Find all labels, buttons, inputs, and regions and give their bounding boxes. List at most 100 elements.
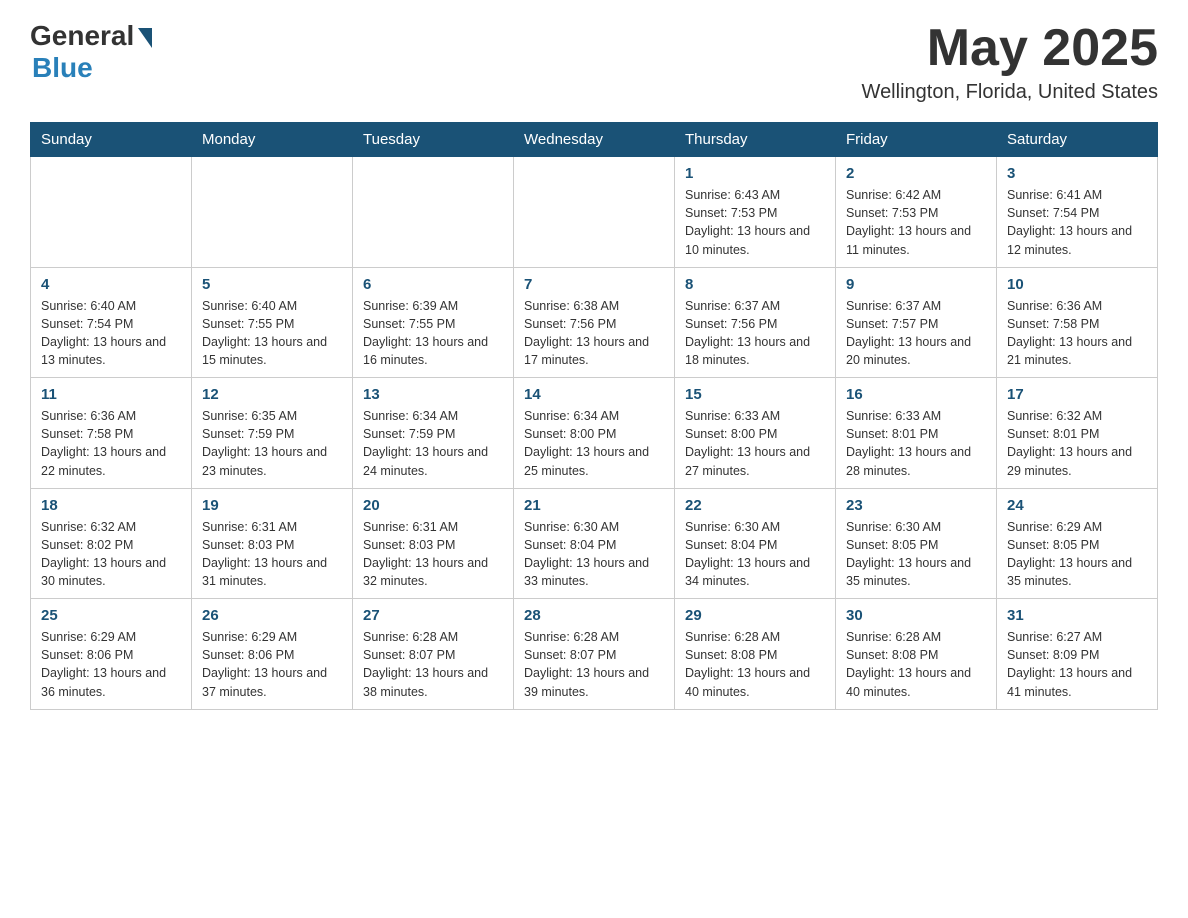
day-info: Sunrise: 6:34 AM Sunset: 8:00 PM Dayligh… — [524, 407, 664, 480]
day-info: Sunrise: 6:39 AM Sunset: 7:55 PM Dayligh… — [363, 297, 503, 370]
day-number: 17 — [1007, 386, 1147, 403]
calendar-week-row: 11Sunrise: 6:36 AM Sunset: 7:58 PM Dayli… — [31, 378, 1158, 489]
day-info: Sunrise: 6:28 AM Sunset: 8:07 PM Dayligh… — [363, 628, 503, 701]
day-info: Sunrise: 6:32 AM Sunset: 8:02 PM Dayligh… — [41, 518, 181, 591]
day-number: 24 — [1007, 497, 1147, 514]
calendar-day-27: 27 Sunrise: 6:28 AM Sunset: 8:07 PM Dayli… — [353, 599, 514, 710]
day-info: Sunrise: 6:30 AM Sunset: 8:04 PM Dayligh… — [524, 518, 664, 591]
calendar-empty-cell — [31, 157, 192, 268]
day-number: 8 — [685, 276, 825, 293]
calendar-day-17: 17 Sunrise: 6:32 AM Sunset: 8:01 PM Dayli… — [997, 378, 1158, 489]
page-header: General Blue May 2025 Wellington, Florid… — [30, 20, 1158, 104]
calendar-day-18: 18 Sunrise: 6:32 AM Sunset: 8:02 PM Dayli… — [31, 488, 192, 599]
calendar-empty-cell — [192, 157, 353, 268]
day-number: 1 — [685, 165, 825, 182]
calendar-day-31: 31Sunrise: 6:27 AM Sunset: 8:09 PM Dayli… — [997, 599, 1158, 710]
day-number: 22 — [685, 497, 825, 514]
calendar-day-4: 4Sunrise: 6:40 AM Sunset: 7:54 PM Daylig… — [31, 267, 192, 378]
calendar-week-row: 1 Sunrise: 6:43 AM Sunset: 7:53 PM Daylig… — [31, 157, 1158, 268]
day-number: 16 — [846, 386, 986, 403]
calendar-empty-cell — [514, 157, 675, 268]
day-number: 29 — [685, 607, 825, 624]
day-info: Sunrise: 6:31 AM Sunset: 8:03 PM Dayligh… — [202, 518, 342, 591]
day-info: Sunrise: 6:33 AM Sunset: 8:01 PM Dayligh… — [846, 407, 986, 480]
day-info: Sunrise: 6:42 AM Sunset: 7:53 PM Dayligh… — [846, 186, 986, 259]
day-number: 12 — [202, 386, 342, 403]
day-number: 18 — [41, 497, 181, 514]
column-header-wednesday: Wednesday — [514, 123, 675, 157]
calendar-day-19: 19 Sunrise: 6:31 AM Sunset: 8:03 PM Dayli… — [192, 488, 353, 599]
calendar-day-20: 20 Sunrise: 6:31 AM Sunset: 8:03 PM Dayli… — [353, 488, 514, 599]
day-info: Sunrise: 6:30 AM Sunset: 8:04 PM Dayligh… — [685, 518, 825, 591]
day-info: Sunrise: 6:38 AM Sunset: 7:56 PM Dayligh… — [524, 297, 664, 370]
calendar-day-28: 28 Sunrise: 6:28 AM Sunset: 8:07 PM Dayli… — [514, 599, 675, 710]
day-number: 15 — [685, 386, 825, 403]
day-number: 23 — [846, 497, 986, 514]
calendar-day-21: 21Sunrise: 6:30 AM Sunset: 8:04 PM Dayli… — [514, 488, 675, 599]
logo-general-text: General — [30, 20, 134, 52]
day-info: Sunrise: 6:28 AM Sunset: 8:08 PM Dayligh… — [685, 628, 825, 701]
day-info: Sunrise: 6:36 AM Sunset: 7:58 PM Dayligh… — [1007, 297, 1147, 370]
month-year-title: May 2025 — [862, 20, 1158, 77]
day-info: Sunrise: 6:29 AM Sunset: 8:05 PM Dayligh… — [1007, 518, 1147, 591]
calendar-day-11: 11Sunrise: 6:36 AM Sunset: 7:58 PM Dayli… — [31, 378, 192, 489]
day-number: 20 — [363, 497, 503, 514]
day-number: 27 — [363, 607, 503, 624]
calendar-day-6: 6 Sunrise: 6:39 AM Sunset: 7:55 PM Daylig… — [353, 267, 514, 378]
column-header-sunday: Sunday — [31, 123, 192, 157]
day-number: 9 — [846, 276, 986, 293]
calendar-day-13: 13 Sunrise: 6:34 AM Sunset: 7:59 PM Dayli… — [353, 378, 514, 489]
day-info: Sunrise: 6:31 AM Sunset: 8:03 PM Dayligh… — [363, 518, 503, 591]
logo-blue-text: Blue — [32, 52, 93, 84]
day-number: 5 — [202, 276, 342, 293]
day-info: Sunrise: 6:27 AM Sunset: 8:09 PM Dayligh… — [1007, 628, 1147, 701]
day-number: 25 — [41, 607, 181, 624]
calendar-day-3: 3Sunrise: 6:41 AM Sunset: 7:54 PM Daylig… — [997, 157, 1158, 268]
day-number: 4 — [41, 276, 181, 293]
calendar-table: SundayMondayTuesdayWednesdayThursdayFrid… — [30, 122, 1158, 710]
calendar-day-8: 8 Sunrise: 6:37 AM Sunset: 7:56 PM Daylig… — [675, 267, 836, 378]
calendar-day-15: 15 Sunrise: 6:33 AM Sunset: 8:00 PM Dayli… — [675, 378, 836, 489]
column-header-tuesday: Tuesday — [353, 123, 514, 157]
day-info: Sunrise: 6:35 AM Sunset: 7:59 PM Dayligh… — [202, 407, 342, 480]
day-info: Sunrise: 6:32 AM Sunset: 8:01 PM Dayligh… — [1007, 407, 1147, 480]
day-info: Sunrise: 6:37 AM Sunset: 7:56 PM Dayligh… — [685, 297, 825, 370]
day-info: Sunrise: 6:41 AM Sunset: 7:54 PM Dayligh… — [1007, 186, 1147, 259]
calendar-week-row: 4Sunrise: 6:40 AM Sunset: 7:54 PM Daylig… — [31, 267, 1158, 378]
day-number: 19 — [202, 497, 342, 514]
location-subtitle: Wellington, Florida, United States — [862, 81, 1158, 104]
calendar-day-16: 16 Sunrise: 6:33 AM Sunset: 8:01 PM Dayli… — [836, 378, 997, 489]
calendar-day-1: 1 Sunrise: 6:43 AM Sunset: 7:53 PM Daylig… — [675, 157, 836, 268]
calendar-day-29: 29 Sunrise: 6:28 AM Sunset: 8:08 PM Dayli… — [675, 599, 836, 710]
calendar-empty-cell — [353, 157, 514, 268]
day-number: 11 — [41, 386, 181, 403]
day-info: Sunrise: 6:37 AM Sunset: 7:57 PM Dayligh… — [846, 297, 986, 370]
calendar-day-25: 25Sunrise: 6:29 AM Sunset: 8:06 PM Dayli… — [31, 599, 192, 710]
day-info: Sunrise: 6:43 AM Sunset: 7:53 PM Dayligh… — [685, 186, 825, 259]
day-number: 7 — [524, 276, 664, 293]
column-header-friday: Friday — [836, 123, 997, 157]
calendar-day-10: 10Sunrise: 6:36 AM Sunset: 7:58 PM Dayli… — [997, 267, 1158, 378]
calendar-day-26: 26Sunrise: 6:29 AM Sunset: 8:06 PM Dayli… — [192, 599, 353, 710]
day-number: 6 — [363, 276, 503, 293]
day-info: Sunrise: 6:30 AM Sunset: 8:05 PM Dayligh… — [846, 518, 986, 591]
calendar-day-22: 22 Sunrise: 6:30 AM Sunset: 8:04 PM Dayli… — [675, 488, 836, 599]
day-info: Sunrise: 6:28 AM Sunset: 8:08 PM Dayligh… — [846, 628, 986, 701]
day-info: Sunrise: 6:33 AM Sunset: 8:00 PM Dayligh… — [685, 407, 825, 480]
day-info: Sunrise: 6:34 AM Sunset: 7:59 PM Dayligh… — [363, 407, 503, 480]
day-number: 28 — [524, 607, 664, 624]
column-header-thursday: Thursday — [675, 123, 836, 157]
calendar-day-9: 9 Sunrise: 6:37 AM Sunset: 7:57 PM Daylig… — [836, 267, 997, 378]
calendar-day-12: 12 Sunrise: 6:35 AM Sunset: 7:59 PM Dayli… — [192, 378, 353, 489]
logo-triangle-icon — [138, 28, 152, 48]
calendar-day-2: 2Sunrise: 6:42 AM Sunset: 7:53 PM Daylig… — [836, 157, 997, 268]
calendar-week-row: 25Sunrise: 6:29 AM Sunset: 8:06 PM Dayli… — [31, 599, 1158, 710]
day-info: Sunrise: 6:40 AM Sunset: 7:55 PM Dayligh… — [202, 297, 342, 370]
calendar-week-row: 18 Sunrise: 6:32 AM Sunset: 8:02 PM Dayli… — [31, 488, 1158, 599]
calendar-day-24: 24 Sunrise: 6:29 AM Sunset: 8:05 PM Dayli… — [997, 488, 1158, 599]
day-info: Sunrise: 6:28 AM Sunset: 8:07 PM Dayligh… — [524, 628, 664, 701]
calendar-header-row: SundayMondayTuesdayWednesdayThursdayFrid… — [31, 123, 1158, 157]
day-number: 13 — [363, 386, 503, 403]
title-area: May 2025 Wellington, Florida, United Sta… — [862, 20, 1158, 104]
day-number: 14 — [524, 386, 664, 403]
